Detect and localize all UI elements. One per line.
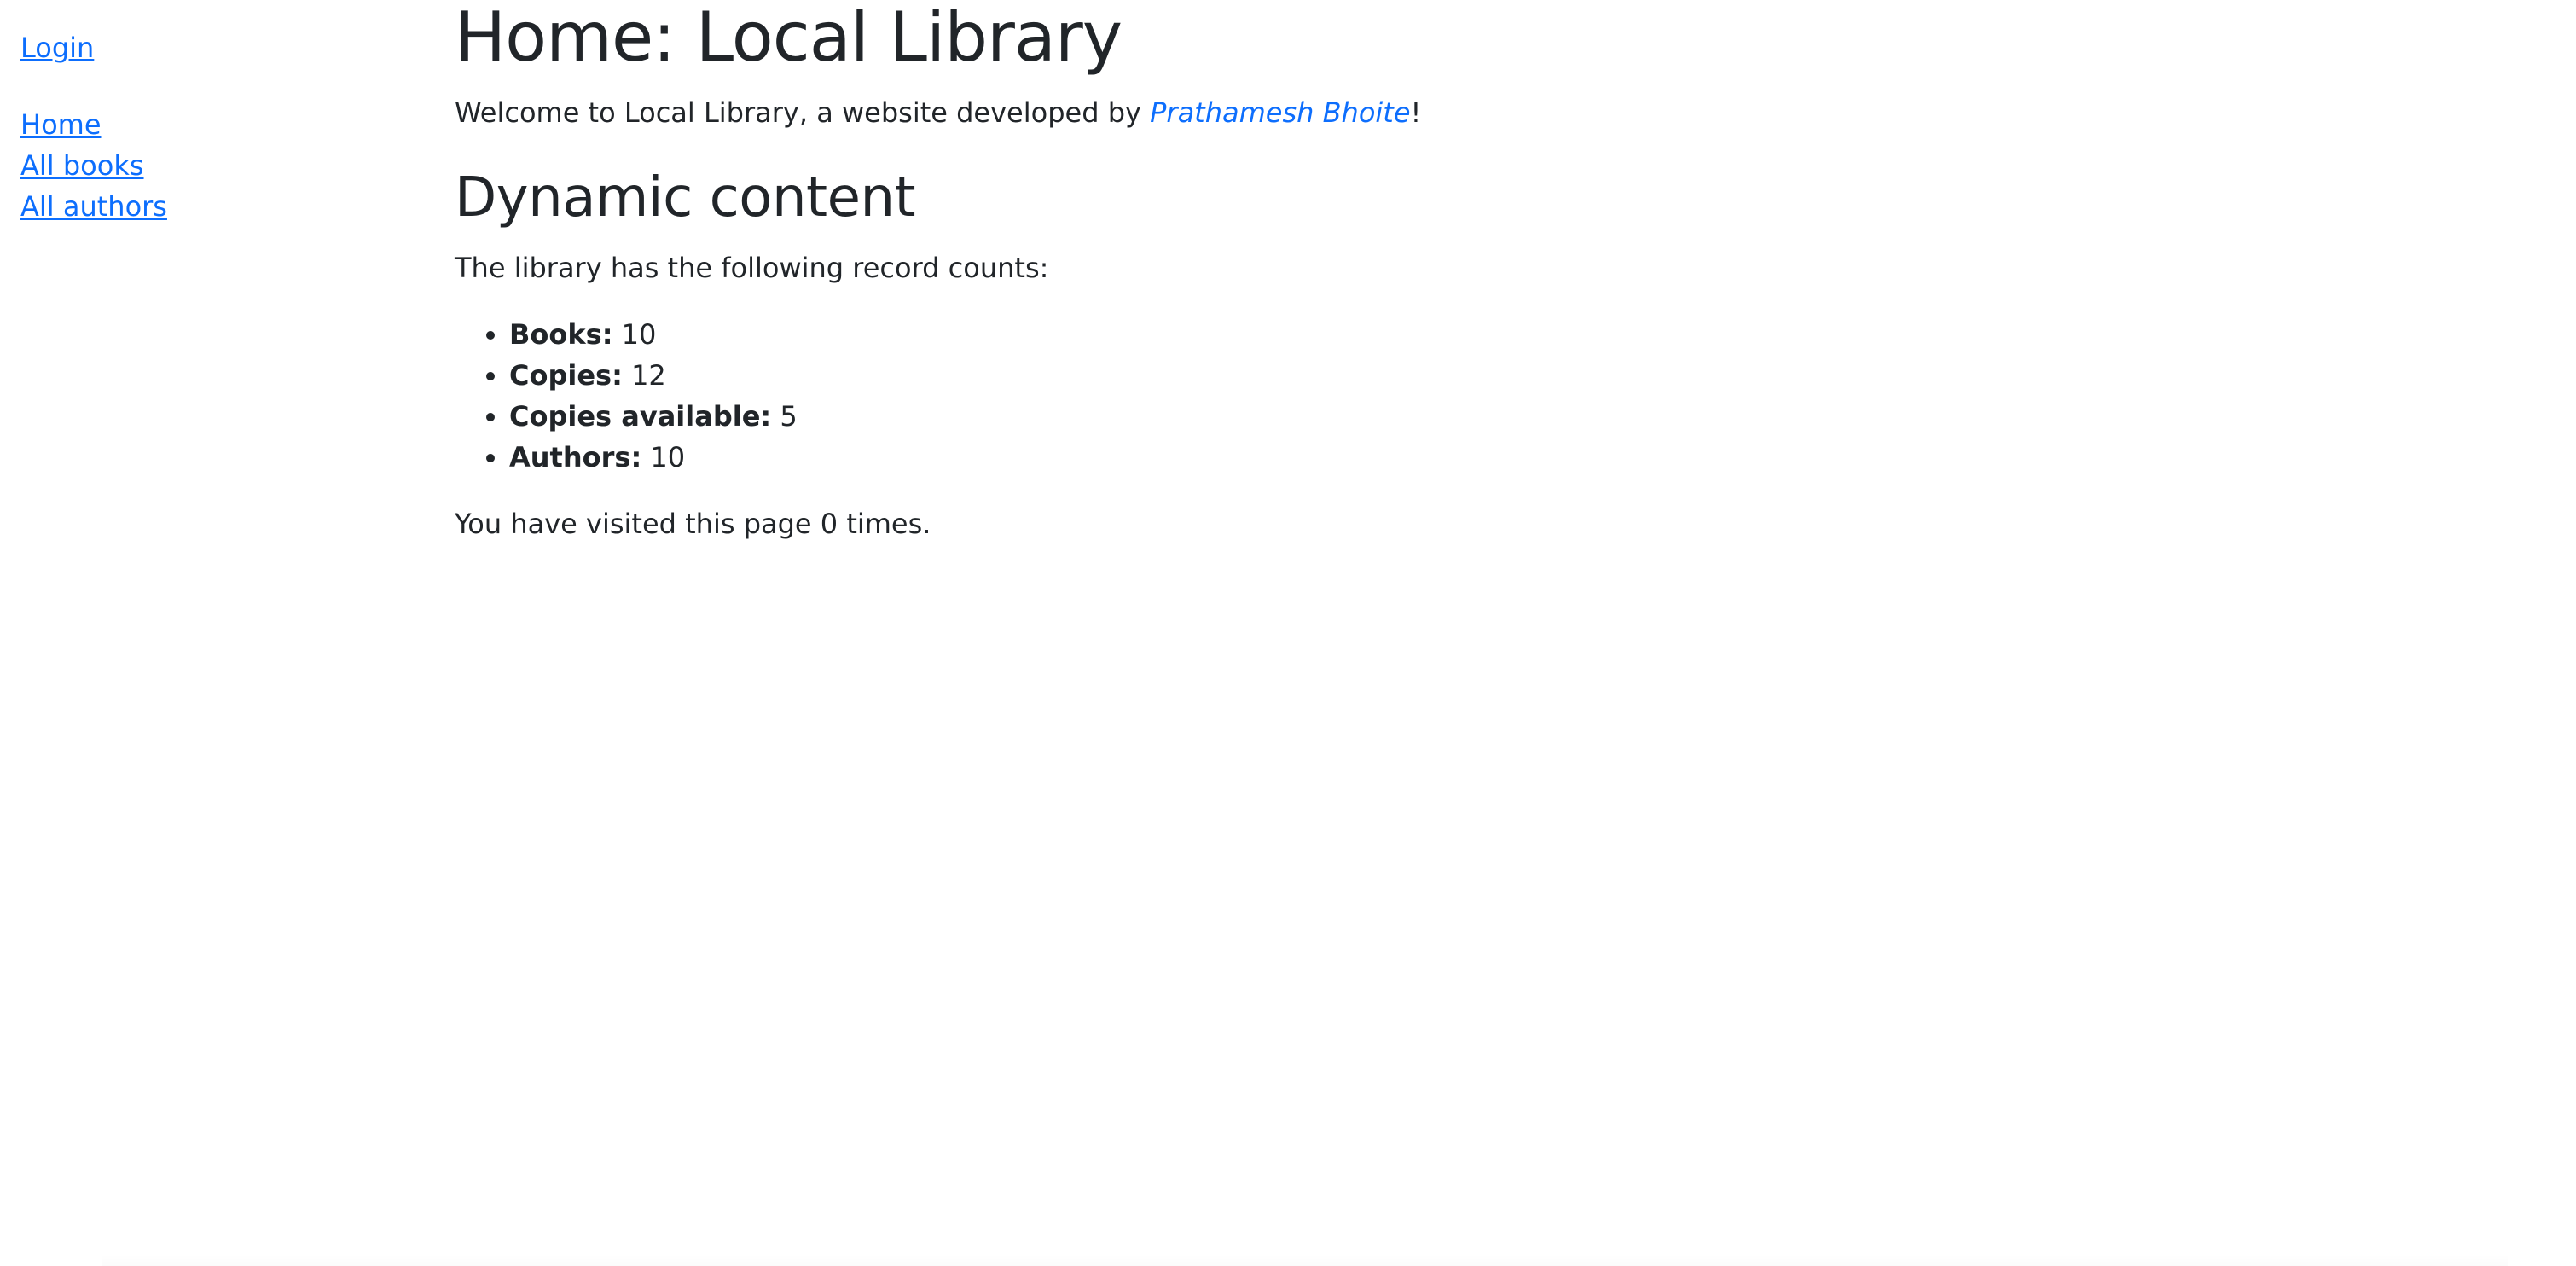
section-title: Dynamic content — [455, 166, 916, 229]
welcome-paragraph: Welcome to Local Library, a website deve… — [455, 92, 2502, 133]
sidebar-item-all-authors: All authors — [20, 186, 430, 227]
page-title: Home: Local Library — [455, 0, 1123, 77]
count-label: Authors: — [509, 441, 642, 473]
sidebar-item-home: Home — [20, 104, 430, 145]
count-label: Copies available: — [509, 400, 772, 433]
all-books-link[interactable]: All books — [20, 149, 144, 182]
home-link[interactable]: Home — [20, 108, 102, 141]
list-item-books: Books: 10 — [509, 314, 2502, 355]
sidebar-item-all-books: All books — [20, 145, 430, 186]
welcome-prefix: Welcome to Local Library, a website deve… — [455, 96, 1151, 129]
visit-count-text: You have visited this page 0 times. — [455, 508, 931, 540]
all-authors-link[interactable]: All authors — [20, 190, 167, 223]
count-label: Copies: — [509, 359, 623, 392]
sidebar: Login Home All books All authors — [20, 27, 430, 227]
list-item-copies: Copies: 12 — [509, 355, 2502, 396]
author-link[interactable]: Prathamesh Bhoite — [1150, 96, 1410, 129]
welcome-suffix: ! — [1410, 96, 1422, 129]
list-item-copies-available: Copies available: 5 — [509, 396, 2502, 437]
count-value: 10 — [650, 441, 686, 473]
author-emphasis: Prathamesh Bhoite — [1150, 96, 1410, 129]
record-counts-list: Books: 10 Copies: 12 Copies available: 5… — [455, 314, 2502, 478]
counts-intro: The library has the following record cou… — [455, 252, 1049, 284]
list-item-authors: Authors: 10 — [509, 437, 2502, 478]
main-content: Home: Local Library Welcome to Local Lib… — [455, 0, 2502, 544]
login-link[interactable]: Login — [20, 27, 430, 68]
count-value: 12 — [631, 359, 666, 392]
count-label: Books: — [509, 318, 613, 351]
bottom-shadow-divider — [102, 1254, 2508, 1266]
sidebar-nav: Home All books All authors — [20, 104, 430, 227]
count-value: 5 — [780, 400, 798, 433]
count-value: 10 — [621, 318, 657, 351]
